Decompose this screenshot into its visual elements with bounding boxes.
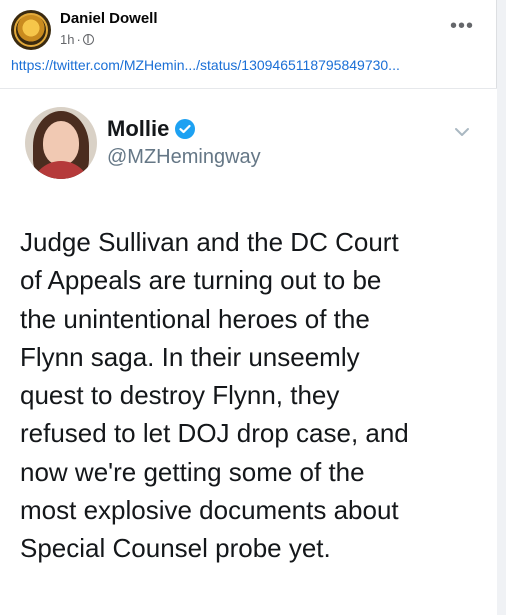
tweet-screenshot: Mollie @MZHemingway Judge Sullivan and t… bbox=[0, 88, 497, 615]
tweet-line: quest to destroy Flynn, they bbox=[20, 380, 340, 411]
tweet-author-name: Mollie bbox=[107, 116, 196, 142]
tweet-text: Judge Sullivan and the DC Court of Appea… bbox=[20, 223, 482, 568]
tweet-line: most explosive documents about bbox=[20, 495, 399, 526]
tweet-handle: @MZHemingway bbox=[107, 146, 261, 168]
tweet-line: now we're getting some of the bbox=[20, 456, 365, 487]
chevron-down-icon bbox=[455, 128, 469, 136]
more-options-button[interactable]: ••• bbox=[444, 12, 480, 40]
tweet-line: the unintentional heroes of the bbox=[20, 303, 370, 334]
post-header: Daniel Dowell 1h · ••• bbox=[10, 8, 480, 52]
avatar-face bbox=[43, 121, 79, 165]
author-avatar[interactable] bbox=[11, 10, 51, 50]
post-link[interactable]: https://twitter.com/MZHemin.../status/13… bbox=[11, 57, 487, 73]
more-icon: ••• bbox=[449, 14, 474, 37]
tweet-name-text: Mollie bbox=[107, 116, 170, 141]
tweet-line: of Appeals are turning out to be bbox=[20, 265, 382, 296]
avatar-ring bbox=[14, 13, 48, 47]
post-meta: 1h · bbox=[60, 32, 94, 47]
tweet-line: refused to let DOJ drop case, and bbox=[20, 418, 409, 449]
author-name[interactable]: Daniel Dowell bbox=[60, 10, 158, 27]
globe-icon bbox=[82, 34, 94, 45]
tweet-line: Flynn saga. In their unseemly bbox=[20, 341, 360, 372]
tweet-line: Special Counsel probe yet. bbox=[20, 533, 331, 564]
tweet-line: Judge Sullivan and the DC Court bbox=[20, 227, 399, 257]
post-time[interactable]: 1h bbox=[60, 32, 74, 47]
verified-icon bbox=[175, 119, 196, 139]
meta-separator: · bbox=[76, 32, 81, 47]
facebook-post: Daniel Dowell 1h · ••• https://twitter.c… bbox=[0, 0, 497, 615]
tweet-avatar bbox=[25, 107, 97, 179]
